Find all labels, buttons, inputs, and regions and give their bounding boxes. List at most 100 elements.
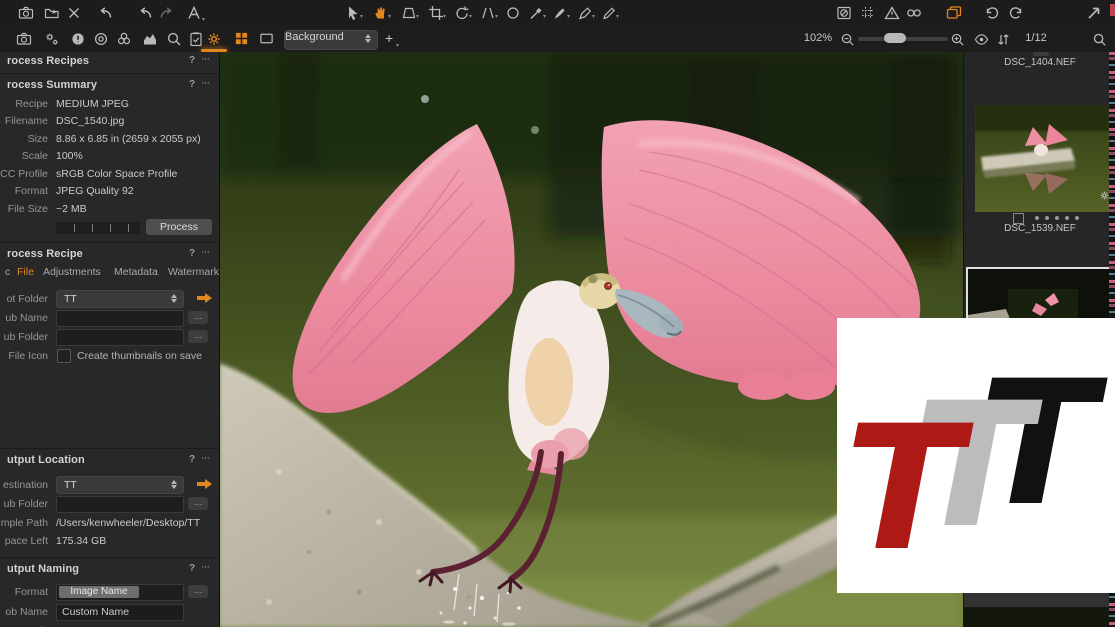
sub-folder-input[interactable] [56, 329, 184, 346]
redo-alt-icon[interactable] [158, 5, 174, 21]
proof-rect-icon[interactable] [259, 31, 274, 46]
help-icon[interactable]: ? [189, 55, 195, 66]
spot-circle-icon[interactable] [505, 5, 521, 21]
open-folder-arrow-icon[interactable] [197, 479, 212, 489]
grid-overlay-icon[interactable] [860, 5, 876, 21]
sub-name-input[interactable] [56, 310, 184, 327]
row-label: ub Folder [0, 498, 48, 510]
summary-row: FormatJPEG Quality 92 [0, 183, 219, 199]
redo-icon[interactable] [138, 5, 154, 21]
more-menu-icon[interactable]: ··· [201, 77, 209, 89]
more-menu-icon[interactable]: ··· [201, 561, 209, 573]
zoom-slider-handle[interactable] [884, 33, 906, 43]
rating-dot[interactable] [1035, 216, 1039, 220]
undo-icon[interactable] [98, 5, 114, 21]
open-folder-arrow-icon[interactable] [197, 293, 212, 303]
help-icon[interactable]: ? [189, 563, 195, 574]
caret-icon: ▾ [495, 13, 498, 20]
rating-dot[interactable] [1065, 216, 1069, 220]
recipe-tab-watermark[interactable]: Watermark [168, 266, 219, 278]
row-label: pace Left [0, 535, 48, 547]
erase-mask-icon[interactable] [577, 5, 593, 21]
format-more-button[interactable]: … [188, 585, 208, 598]
sketch-pencil-icon[interactable] [601, 5, 617, 21]
cursor-share-icon[interactable] [1086, 5, 1102, 21]
tool-tab-camera-icon[interactable] [16, 31, 32, 47]
multiview-icon[interactable] [234, 31, 249, 46]
panel-header-output-location: utput Location ? ··· [0, 451, 219, 471]
row-label: File Icon [0, 350, 48, 362]
pan-hand-icon[interactable] [373, 5, 389, 21]
process-button[interactable]: Process [146, 219, 212, 235]
zoom-out-icon[interactable] [840, 32, 855, 47]
thumbnail-filename: DSC_1539.NEF [964, 223, 1115, 234]
crop-icon[interactable] [428, 5, 444, 21]
tool-tab-lens-icon[interactable] [93, 31, 109, 47]
destination-row: estination TT [0, 476, 219, 492]
rating-dot[interactable] [1075, 216, 1079, 220]
tool-tab-adjustments-clipboard-icon[interactable] [188, 31, 204, 47]
copy-adjustments-icon[interactable] [946, 5, 962, 21]
exposure-evaluation-icon[interactable] [836, 5, 852, 21]
close-icon[interactable] [66, 5, 82, 21]
select-arrow-icon[interactable] [345, 5, 361, 21]
job-name-value: Custom Name [62, 606, 129, 618]
camera-icon[interactable] [18, 5, 34, 21]
tool-tab-gears-icon[interactable] [44, 31, 60, 47]
more-menu-icon[interactable]: ··· [201, 53, 209, 65]
caret-icon: ▾ [592, 13, 595, 20]
recipe-tab-metadata[interactable]: Metadata [114, 266, 158, 278]
thumbnail-dsc1539[interactable] [975, 105, 1109, 212]
thumbnail-partial[interactable] [964, 607, 1115, 627]
recipe-tab-file[interactable]: File [17, 266, 34, 278]
destination-select[interactable]: TT [56, 476, 184, 494]
job-name-input[interactable]: Custom Name [56, 604, 184, 621]
rating-dot[interactable] [1045, 216, 1049, 220]
row-label: mple Path [0, 517, 48, 529]
background-select[interactable]: Background [284, 30, 378, 50]
tool-tab-output-gear-icon[interactable] [206, 31, 222, 47]
straighten-icon[interactable] [480, 5, 496, 21]
rotate-right-icon[interactable] [1008, 5, 1024, 21]
draw-mask-icon[interactable] [552, 5, 568, 21]
annotation-text-icon[interactable] [186, 5, 202, 21]
help-icon[interactable]: ? [189, 248, 195, 259]
panel-title: rocess Recipe [7, 248, 83, 260]
more-menu-icon[interactable]: ··· [201, 246, 209, 258]
more-menu-icon[interactable]: ··· [201, 452, 209, 464]
add-view-button[interactable]: + [385, 30, 393, 46]
sort-icon[interactable] [996, 32, 1011, 47]
help-icon[interactable]: ? [189, 79, 195, 90]
sub-folder-more-button[interactable]: … [188, 330, 208, 343]
location-sub-folder-input[interactable] [56, 496, 184, 513]
keystone-icon[interactable] [401, 5, 417, 21]
recipe-tab-basic[interactable]: c [5, 266, 10, 278]
row-value: 100% [56, 150, 83, 162]
help-icon[interactable]: ? [189, 454, 195, 465]
format-token[interactable]: Image Name [59, 586, 139, 598]
tool-tab-color-wheel-icon[interactable] [116, 31, 132, 47]
loupe-icon[interactable] [906, 5, 922, 21]
zoom-in-icon[interactable] [950, 32, 965, 47]
zoom-level: 102% [770, 32, 832, 44]
location-sub-folder-more-button[interactable]: … [188, 497, 208, 510]
root-folder-select[interactable]: TT [56, 290, 184, 308]
import-folder-icon[interactable] [44, 5, 60, 21]
create-thumbnails-checkbox[interactable] [57, 349, 71, 363]
annotation-caret-icon: ▾ [202, 16, 205, 23]
eye-filter-icon[interactable] [974, 32, 989, 47]
rotate-icon[interactable] [454, 5, 470, 21]
row-value: sRGB Color Space Profile [56, 168, 177, 180]
rotate-left-icon[interactable] [984, 5, 1000, 21]
recipe-tab-adjustments[interactable]: Adjustments [43, 266, 101, 278]
tool-tab-details-loupe-icon[interactable] [166, 31, 182, 47]
caret-icon: ▾ [543, 13, 546, 20]
tool-tab-info-icon[interactable] [70, 31, 86, 47]
exposure-warning-icon[interactable] [884, 5, 900, 21]
sub-name-more-button[interactable]: … [188, 311, 208, 324]
search-icon[interactable] [1092, 32, 1107, 47]
format-input[interactable]: Image Name [56, 584, 184, 601]
rating-dot[interactable] [1055, 216, 1059, 220]
color-picker-icon[interactable] [528, 5, 544, 21]
tool-tab-histogram-icon[interactable] [142, 31, 158, 47]
